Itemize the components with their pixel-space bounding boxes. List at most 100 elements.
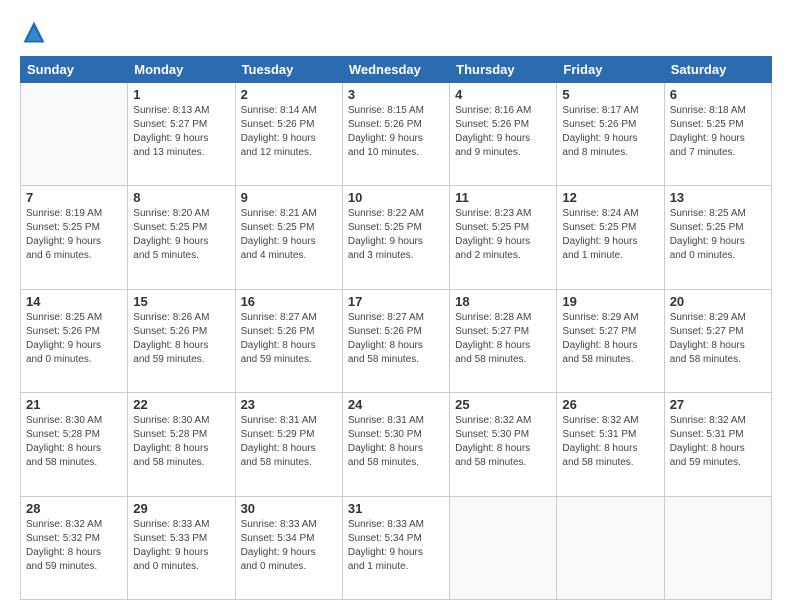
calendar-cell <box>21 83 128 186</box>
day-number: 23 <box>241 397 337 412</box>
day-header-thursday: Thursday <box>450 57 557 83</box>
calendar-cell: 25Sunrise: 8:32 AM Sunset: 5:30 PM Dayli… <box>450 393 557 496</box>
day-info: Sunrise: 8:33 AM Sunset: 5:34 PM Dayligh… <box>348 518 444 574</box>
calendar-cell: 24 Sunrise: 8:31 AM Sunset: 5:30 PM Dayli… <box>342 393 449 496</box>
calendar-header-row: SundayMondayTuesdayWednesdayThursdayFrid… <box>21 57 772 83</box>
day-number: 19 <box>562 294 658 309</box>
day-info: Sunrise: 8:22 AM Sunset: 5:25 PM Dayligh… <box>348 207 444 263</box>
calendar-cell: 2 Sunrise: 8:14 AM Sunset: 5:26 PM Daylig… <box>235 83 342 186</box>
day-number: 26 <box>562 397 658 412</box>
day-info: Sunrise: 8:25 AM Sunset: 5:26 PM Dayligh… <box>26 311 122 367</box>
day-info: Sunrise: 8:16 AM Sunset: 5:26 PM Dayligh… <box>455 104 551 160</box>
day-info: Sunrise: 8:29 AM Sunset: 5:27 PM Dayligh… <box>670 311 766 367</box>
week-row-2: 7 Sunrise: 8:19 AM Sunset: 5:25 PM Daylig… <box>21 186 772 289</box>
day-number: 7 <box>26 190 122 205</box>
calendar-cell: 12 Sunrise: 8:24 AM Sunset: 5:25 PM Dayli… <box>557 186 664 289</box>
calendar-cell: 22Sunrise: 8:30 AM Sunset: 5:28 PM Dayli… <box>128 393 235 496</box>
day-header-tuesday: Tuesday <box>235 57 342 83</box>
day-number: 4 <box>455 87 551 102</box>
calendar-cell: 13Sunrise: 8:25 AM Sunset: 5:25 PM Dayli… <box>664 186 771 289</box>
day-number: 8 <box>133 190 229 205</box>
day-number: 30 <box>241 501 337 516</box>
day-header-saturday: Saturday <box>664 57 771 83</box>
day-info: Sunrise: 8:20 AM Sunset: 5:25 PM Dayligh… <box>133 207 229 263</box>
day-info: Sunrise: 8:30 AM Sunset: 5:28 PM Dayligh… <box>26 414 122 470</box>
calendar-cell: 20 Sunrise: 8:29 AM Sunset: 5:27 PM Dayli… <box>664 289 771 392</box>
day-info: Sunrise: 8:29 AM Sunset: 5:27 PM Dayligh… <box>562 311 658 367</box>
day-header-friday: Friday <box>557 57 664 83</box>
day-info: Sunrise: 8:26 AM Sunset: 5:26 PM Dayligh… <box>133 311 229 367</box>
day-info: Sunrise: 8:15 AM Sunset: 5:26 PM Dayligh… <box>348 104 444 160</box>
day-info: Sunrise: 8:27 AM Sunset: 5:26 PM Dayligh… <box>241 311 337 367</box>
day-number: 21 <box>26 397 122 412</box>
day-number: 31 <box>348 501 444 516</box>
calendar-cell <box>450 496 557 599</box>
day-number: 29 <box>133 501 229 516</box>
day-number: 6 <box>670 87 766 102</box>
day-number: 15 <box>133 294 229 309</box>
day-info: Sunrise: 8:28 AM Sunset: 5:27 PM Dayligh… <box>455 311 551 367</box>
day-info: Sunrise: 8:13 AM Sunset: 5:27 PM Dayligh… <box>133 104 229 160</box>
calendar-cell: 28 Sunrise: 8:32 AM Sunset: 5:32 PM Dayli… <box>21 496 128 599</box>
day-info: Sunrise: 8:19 AM Sunset: 5:25 PM Dayligh… <box>26 207 122 263</box>
calendar-cell: 3 Sunrise: 8:15 AM Sunset: 5:26 PM Daylig… <box>342 83 449 186</box>
day-number: 10 <box>348 190 444 205</box>
calendar-cell: 6 Sunrise: 8:18 AM Sunset: 5:25 PM Daylig… <box>664 83 771 186</box>
day-info: Sunrise: 8:23 AM Sunset: 5:25 PM Dayligh… <box>455 207 551 263</box>
day-number: 28 <box>26 501 122 516</box>
day-header-sunday: Sunday <box>21 57 128 83</box>
day-info: Sunrise: 8:32 AM Sunset: 5:32 PM Dayligh… <box>26 518 122 574</box>
day-number: 11 <box>455 190 551 205</box>
day-number: 1 <box>133 87 229 102</box>
calendar-cell: 27Sunrise: 8:32 AM Sunset: 5:31 PM Dayli… <box>664 393 771 496</box>
day-info: Sunrise: 8:31 AM Sunset: 5:29 PM Dayligh… <box>241 414 337 470</box>
day-number: 25 <box>455 397 551 412</box>
calendar-cell: 7 Sunrise: 8:19 AM Sunset: 5:25 PM Daylig… <box>21 186 128 289</box>
week-row-3: 14Sunrise: 8:25 AM Sunset: 5:26 PM Dayli… <box>21 289 772 392</box>
day-number: 3 <box>348 87 444 102</box>
calendar-cell: 30 Sunrise: 8:33 AM Sunset: 5:34 PM Dayli… <box>235 496 342 599</box>
calendar-cell: 26 Sunrise: 8:32 AM Sunset: 5:31 PM Dayli… <box>557 393 664 496</box>
page-header <box>20 18 772 46</box>
day-number: 16 <box>241 294 337 309</box>
day-number: 9 <box>241 190 337 205</box>
day-info: Sunrise: 8:32 AM Sunset: 5:31 PM Dayligh… <box>562 414 658 470</box>
day-number: 24 <box>348 397 444 412</box>
calendar-cell: 29 Sunrise: 8:33 AM Sunset: 5:33 PM Dayli… <box>128 496 235 599</box>
day-info: Sunrise: 8:24 AM Sunset: 5:25 PM Dayligh… <box>562 207 658 263</box>
calendar-cell: 14Sunrise: 8:25 AM Sunset: 5:26 PM Dayli… <box>21 289 128 392</box>
day-info: Sunrise: 8:14 AM Sunset: 5:26 PM Dayligh… <box>241 104 337 160</box>
calendar-cell <box>664 496 771 599</box>
calendar-cell: 31 Sunrise: 8:33 AM Sunset: 5:34 PM Dayli… <box>342 496 449 599</box>
calendar-cell: 16 Sunrise: 8:27 AM Sunset: 5:26 PM Dayli… <box>235 289 342 392</box>
day-number: 20 <box>670 294 766 309</box>
day-number: 5 <box>562 87 658 102</box>
calendar-cell: 19 Sunrise: 8:29 AM Sunset: 5:27 PM Dayli… <box>557 289 664 392</box>
day-info: Sunrise: 8:33 AM Sunset: 5:33 PM Dayligh… <box>133 518 229 574</box>
day-number: 2 <box>241 87 337 102</box>
day-info: Sunrise: 8:21 AM Sunset: 5:25 PM Dayligh… <box>241 207 337 263</box>
day-info: Sunrise: 8:18 AM Sunset: 5:25 PM Dayligh… <box>670 104 766 160</box>
day-info: Sunrise: 8:27 AM Sunset: 5:26 PM Dayligh… <box>348 311 444 367</box>
week-row-1: 1 Sunrise: 8:13 AM Sunset: 5:27 PM Daylig… <box>21 83 772 186</box>
calendar-cell: 17 Sunrise: 8:27 AM Sunset: 5:26 PM Dayli… <box>342 289 449 392</box>
calendar-cell: 1 Sunrise: 8:13 AM Sunset: 5:27 PM Daylig… <box>128 83 235 186</box>
day-number: 13 <box>670 190 766 205</box>
day-header-monday: Monday <box>128 57 235 83</box>
calendar-cell: 23 Sunrise: 8:31 AM Sunset: 5:29 PM Dayli… <box>235 393 342 496</box>
logo <box>20 18 52 46</box>
week-row-5: 28 Sunrise: 8:32 AM Sunset: 5:32 PM Dayli… <box>21 496 772 599</box>
calendar-cell: 9 Sunrise: 8:21 AM Sunset: 5:25 PM Daylig… <box>235 186 342 289</box>
calendar-cell: 4 Sunrise: 8:16 AM Sunset: 5:26 PM Daylig… <box>450 83 557 186</box>
day-number: 27 <box>670 397 766 412</box>
calendar-page: SundayMondayTuesdayWednesdayThursdayFrid… <box>0 0 792 612</box>
calendar-cell: 10 Sunrise: 8:22 AM Sunset: 5:25 PM Dayli… <box>342 186 449 289</box>
day-number: 18 <box>455 294 551 309</box>
day-number: 12 <box>562 190 658 205</box>
day-number: 17 <box>348 294 444 309</box>
day-info: Sunrise: 8:31 AM Sunset: 5:30 PM Dayligh… <box>348 414 444 470</box>
day-info: Sunrise: 8:17 AM Sunset: 5:26 PM Dayligh… <box>562 104 658 160</box>
day-info: Sunrise: 8:33 AM Sunset: 5:34 PM Dayligh… <box>241 518 337 574</box>
calendar-cell: 11 Sunrise: 8:23 AM Sunset: 5:25 PM Dayli… <box>450 186 557 289</box>
calendar-cell: 8 Sunrise: 8:20 AM Sunset: 5:25 PM Daylig… <box>128 186 235 289</box>
